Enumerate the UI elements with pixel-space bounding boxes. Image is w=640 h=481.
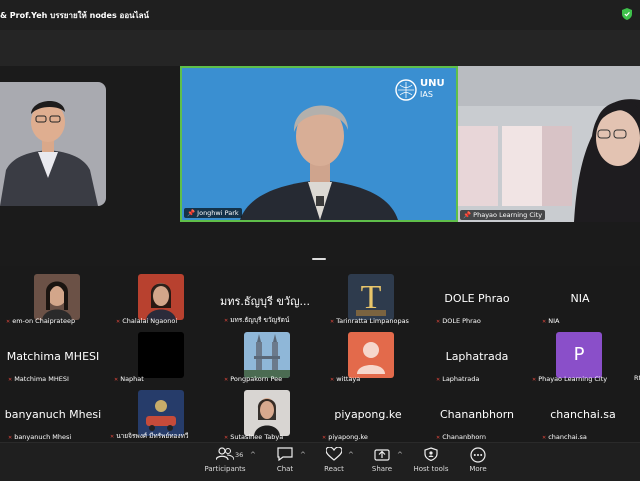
avatar-placeholder: [348, 332, 394, 378]
speaker-name: 📌 Jonghwi Park: [184, 208, 242, 218]
title-bar: & Prof.Yeh บรรยายให้ nodes ออนไลน์: [0, 0, 640, 30]
participant-tile[interactable]: em-on Chaiprateep: [0, 270, 106, 328]
meeting-toolbar: Participants 36 ^ Chat ^ React ^ Share ^…: [0, 442, 640, 481]
participant-name: Naphat: [114, 375, 144, 383]
pin-icon: 📌: [463, 211, 472, 219]
participant-tile[interactable]: มทร.ธัญบุรี ขวัญ... มทร.ธัญบุรี ขวัญรัตน…: [212, 270, 318, 328]
speaker-strip: UNU IAS 📌 Jonghwi Park 📌 Phayao Learning…: [0, 66, 640, 222]
participant-tile[interactable]: P Phayao Learning City: [530, 328, 636, 386]
participant-name: wittaya: [330, 375, 360, 383]
participant-name: นายจิรพงศ์ มีทรัพย์ทองทวี: [110, 431, 188, 441]
participant-tile[interactable]: chanchai.sa chanchai.sa: [530, 386, 636, 444]
speaker-video: [458, 66, 640, 222]
participant-display-name: มทร.ธัญบุรี ขวัญ...: [220, 295, 310, 308]
more-icon: [453, 447, 503, 463]
participant-tile[interactable]: DOLE Phrao DOLE Phrao: [424, 270, 530, 328]
react-label: React: [324, 465, 344, 473]
participant-tile[interactable]: Naphat: [106, 328, 212, 386]
chevron-up-icon[interactable]: ^: [348, 451, 354, 459]
participants-label: Participants: [204, 465, 246, 473]
participant-name: Phayao Learning City: [532, 375, 607, 383]
ias-logo: IAS: [420, 90, 433, 99]
resize-handle[interactable]: [312, 258, 326, 260]
participant-photo: [138, 332, 184, 378]
participant-tile[interactable]: Matchima MHESI Matchima MHESI: [0, 328, 106, 386]
participant-name: NIA: [542, 317, 559, 325]
avatar-initial: P: [556, 332, 602, 378]
person-icon: [357, 342, 385, 374]
share-label: Share: [371, 465, 393, 473]
participant-photo: [138, 274, 184, 320]
participant-photo: T: [348, 274, 394, 320]
participant-display-name: Matchima MHESI: [6, 350, 100, 363]
participant-tile[interactable]: banyanuch Mhesi banyanuch Mhesi: [0, 386, 106, 444]
participant-name: chanchai.sa: [542, 433, 587, 441]
participant-photo: [138, 390, 184, 436]
participant-display-name: Laphatrada: [445, 350, 509, 363]
unu-logo: UNU: [420, 78, 445, 89]
participant-name: Chananbhorn: [436, 433, 486, 441]
participant-tile[interactable]: Sutasinee Tabya: [212, 386, 318, 444]
participant-photo: [34, 274, 80, 320]
chat-label: Chat: [276, 465, 294, 473]
speaker-video: [240, 79, 417, 220]
participant-display-name: DOLE Phrao: [444, 292, 510, 305]
participant-display-name: banyanuch Mhesi: [4, 408, 102, 421]
participant-name: piyapong.ke: [322, 433, 368, 441]
more-label: More: [469, 465, 487, 473]
speaker-tile-active[interactable]: UNU IAS 📌 Jonghwi Park: [180, 66, 458, 222]
shield-icon[interactable]: [622, 8, 632, 20]
speaker-tile-3[interactable]: 📌 Phayao Learning City: [458, 66, 640, 222]
participant-tile[interactable]: Pongpakorn Pee: [212, 328, 318, 386]
speaker-tile-1[interactable]: [0, 82, 106, 206]
participant-tile[interactable]: wittaya: [318, 328, 424, 386]
host-shield-icon: [406, 447, 456, 463]
participant-name: em-on Chaiprateep: [6, 317, 75, 325]
host-tools-label: Host tools: [413, 465, 449, 473]
participant-display-name: piyapong.ke: [334, 408, 402, 421]
participant-display-name: Chananbhorn: [439, 408, 515, 421]
participant-name: Pongpakorn Pee: [224, 375, 282, 383]
speaker-video: [0, 100, 98, 206]
chevron-up-icon[interactable]: ^: [300, 451, 306, 459]
participant-name: banyanuch Mhesi: [8, 433, 71, 441]
speaker-name: 📌 Phayao Learning City: [460, 210, 546, 220]
participant-display-name: chanchai.sa: [550, 408, 616, 421]
participant-tile[interactable]: piyapong.ke piyapong.ke: [318, 386, 424, 444]
participant-name: มทร.ธัญบุรี ขวัญรัตน์: [224, 315, 289, 325]
participant-tile[interactable]: Chananbhorn Chananbhorn: [424, 386, 530, 444]
participant-display-name: NIA: [570, 292, 590, 305]
participant-tile[interactable]: T Tarinratta Limpanopas: [318, 270, 424, 328]
participants-count: 36: [235, 451, 244, 459]
participant-photo: [244, 390, 290, 436]
participant-name-partial: Rt: [634, 374, 640, 382]
participant-name: DOLE Phrao: [436, 317, 481, 325]
pin-icon: 📌: [187, 209, 196, 217]
participant-photo: [244, 332, 290, 378]
participant-name: Laphatrada: [436, 375, 479, 383]
more-button[interactable]: More: [453, 447, 503, 477]
gallery-grid: em-on Chaiprateep Chalalai Ngaonoi มทร.ธ…: [0, 266, 640, 442]
participant-name: Tarinratta Limpanopas: [330, 317, 409, 325]
participant-name: Matchima MHESI: [8, 375, 69, 383]
host-tools-button[interactable]: Host tools: [406, 447, 456, 477]
chevron-up-icon[interactable]: ^: [250, 451, 256, 459]
participant-tile[interactable]: นายจิรพงศ์ มีทรัพย์ทองทวี: [106, 386, 212, 444]
meeting-title: & Prof.Yeh บรรยายให้ nodes ออนไลน์: [0, 11, 149, 20]
participant-tile[interactable]: Laphatrada Laphatrada: [424, 328, 530, 386]
participant-name: Sutasinee Tabya: [224, 433, 283, 441]
chevron-up-icon[interactable]: ^: [397, 451, 403, 459]
participant-tile[interactable]: Chalalai Ngaonoi: [106, 270, 212, 328]
participant-name: Chalalai Ngaonoi: [116, 317, 177, 325]
top-dark-band: [0, 30, 640, 66]
participant-tile[interactable]: NIA NIA: [530, 270, 636, 328]
